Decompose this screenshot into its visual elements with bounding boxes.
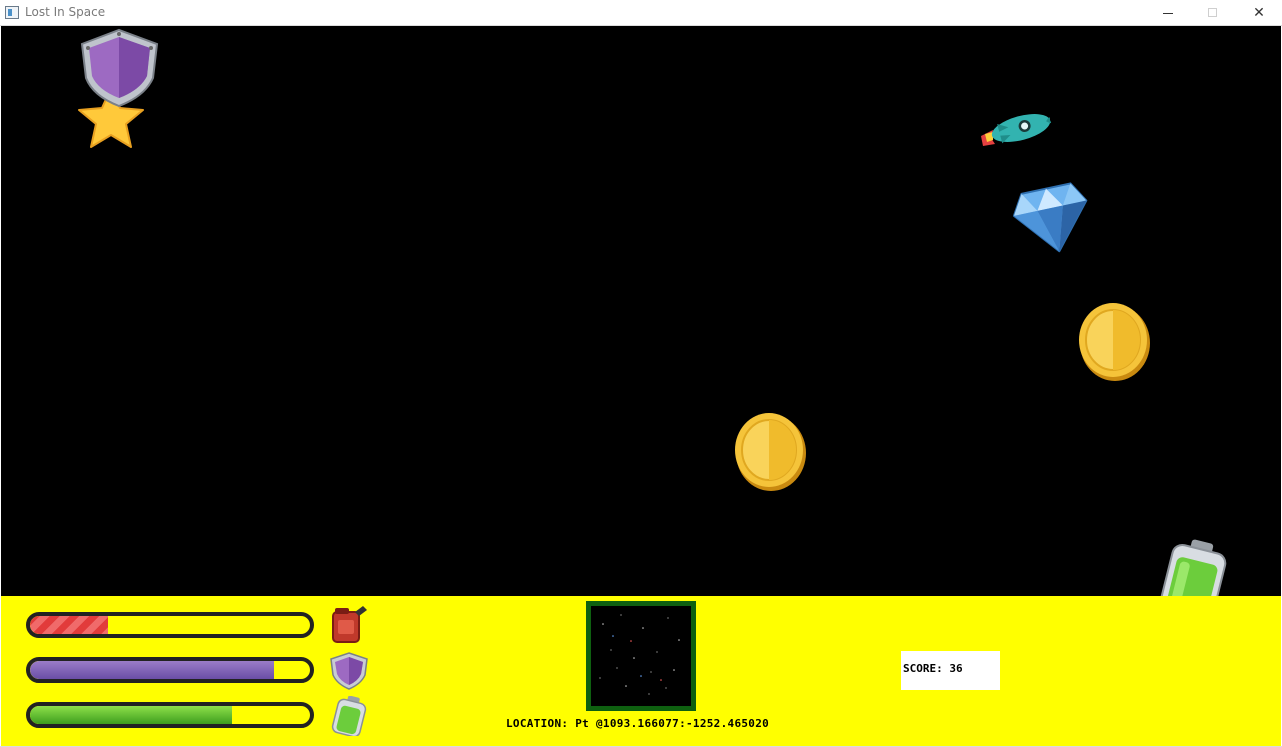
battery-icon [331, 696, 367, 736]
gold-coin [735, 413, 806, 491]
hud-panel: LOCATION: Pt @1093.166077:-1252.465020 S… [1, 596, 1281, 746]
maximize-button[interactable] [1190, 0, 1236, 26]
battery-bar [26, 702, 314, 728]
fuel-bar-fill [30, 616, 109, 634]
app-icon [5, 6, 19, 19]
shield-bar [26, 657, 314, 683]
minimap-starfield [591, 606, 691, 706]
fuel-can-icon [332, 606, 367, 643]
shield-bar-fill [30, 661, 274, 679]
score-label: SCORE: 36 [903, 662, 963, 675]
rocket-ship [981, 114, 1052, 146]
gold-coin [1079, 303, 1150, 381]
window-title-bar[interactable]: Lost In Space ✕ [0, 0, 1282, 26]
blue-diamond [1012, 182, 1088, 253]
location-readout: LOCATION: Pt @1093.166077:-1252.465020 [506, 717, 770, 730]
maximize-icon [1208, 8, 1217, 17]
minimap [586, 601, 696, 711]
minimize-icon [1163, 13, 1173, 14]
minimize-button[interactable] [1144, 0, 1190, 26]
battery-pickup [1159, 539, 1227, 596]
score-box: SCORE: 36 [901, 651, 1000, 690]
fuel-bar [26, 612, 314, 638]
shield-icon [330, 652, 368, 690]
battery-bar-fill [30, 706, 232, 724]
close-button[interactable]: ✕ [1236, 0, 1282, 26]
close-icon: ✕ [1253, 5, 1265, 21]
window-title: Lost In Space [25, 5, 106, 19]
game-viewport[interactable] [1, 26, 1281, 596]
shield-star-powerup [78, 28, 159, 148]
